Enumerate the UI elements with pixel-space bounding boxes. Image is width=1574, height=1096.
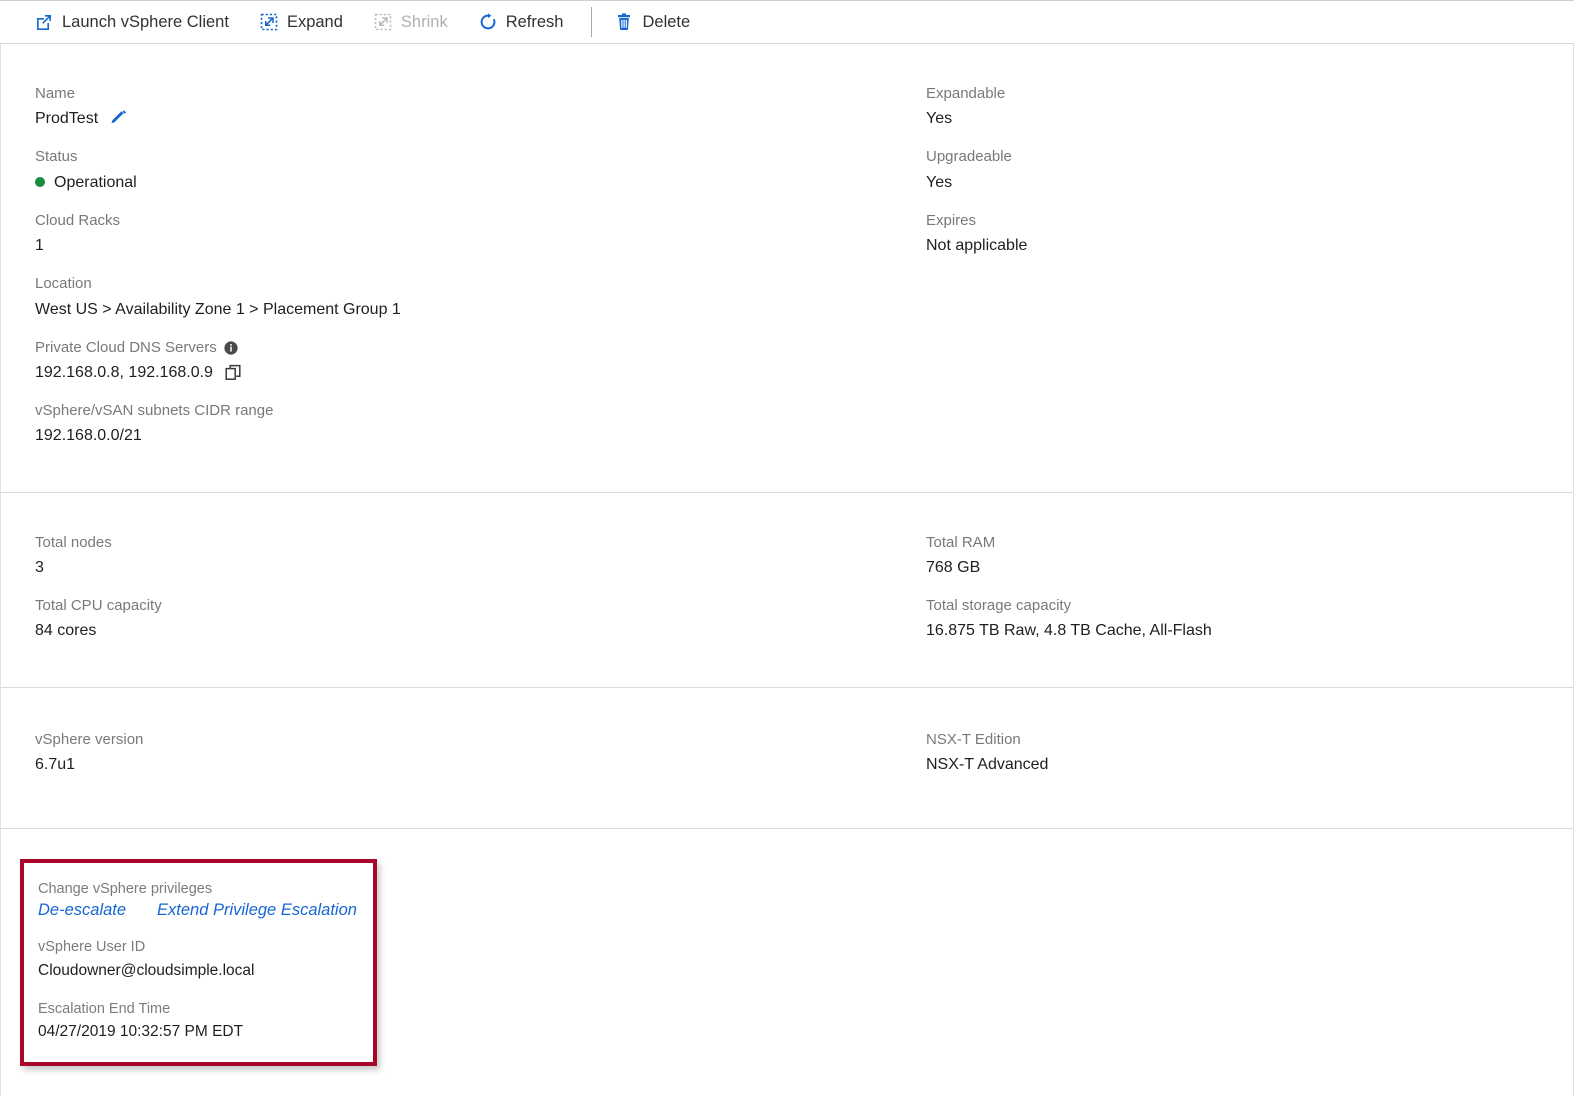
cidr-range-label: vSphere/vSAN subnets CIDR range: [35, 402, 274, 420]
shrink-label: Shrink: [400, 12, 448, 31]
vsphere-user-id-field: vSphere User ID Cloudowner@cloudsimple.l…: [38, 937, 357, 982]
cidr-range-field: vSphere/vSAN subnets CIDR range 192.168.…: [35, 401, 914, 447]
status-dot-icon: [35, 177, 45, 188]
capacity-right-column: Total RAM 768 GB Total storage capacity …: [914, 533, 1573, 643]
upgradeable-field: Upgradeable Yes: [926, 147, 1573, 193]
change-privileges-field: Change vSphere privileges De-escalate Ex…: [38, 879, 357, 920]
toolbar-separator: [591, 7, 593, 37]
extend-privilege-escalation-link[interactable]: Extend Privilege Escalation: [157, 901, 357, 920]
vsphere-version-value: 6.7u1: [35, 755, 76, 773]
overview-left-column: Name ProdTest Status Operational Cloud R…: [1, 84, 914, 448]
nsxt-edition-value: NSX-T Advanced: [926, 755, 1049, 773]
status-value: Operational: [54, 173, 137, 191]
cloud-racks-value: 1: [35, 237, 44, 255]
vsphere-version-field: vSphere version 6.7u1: [35, 730, 914, 776]
info-icon[interactable]: [224, 341, 238, 355]
escalation-end-time-value: 04/27/2019 10:32:57 PM EDT: [38, 1023, 244, 1041]
location-field: Location West US > Availability Zone 1 >…: [35, 274, 914, 320]
expires-value: Not applicable: [926, 237, 1028, 255]
trash-icon: [614, 12, 634, 32]
escalation-end-time-label: Escalation End Time: [38, 1001, 171, 1017]
capacity-section: Total nodes 3 Total CPU capacity 84 core…: [0, 492, 1574, 688]
total-cpu-value: 84 cores: [35, 622, 97, 640]
refresh-button[interactable]: Refresh: [478, 10, 564, 34]
total-storage-field: Total storage capacity 16.875 TB Raw, 4.…: [926, 596, 1573, 642]
vsphere-user-id-label: vSphere User ID: [38, 939, 146, 956]
vsphere-version-label: vSphere version: [35, 730, 144, 748]
total-storage-label: Total storage capacity: [926, 597, 1072, 615]
nsxt-edition-label: NSX-T Edition: [926, 730, 1021, 748]
cloud-racks-field: Cloud Racks 1: [35, 211, 914, 257]
upgradeable-value: Yes: [926, 173, 953, 191]
toolbar: Launch vSphere Client Expand Shrink Refr…: [0, 0, 1574, 44]
total-nodes-label: Total nodes: [35, 533, 112, 551]
change-privileges-label: Change vSphere privileges: [38, 880, 213, 897]
pencil-icon[interactable]: [110, 110, 127, 127]
versions-right-column: NSX-T Edition NSX-T Advanced: [914, 730, 1573, 776]
upgradeable-label: Upgradeable: [926, 148, 1012, 166]
nsxt-edition-field: NSX-T Edition NSX-T Advanced: [926, 730, 1573, 776]
overview-right-column: Expandable Yes Upgradeable Yes Expires N…: [914, 84, 1573, 448]
launch-vsphere-client-button[interactable]: Launch vSphere Client: [34, 10, 229, 34]
versions-left-column: vSphere version 6.7u1: [1, 730, 914, 776]
external-link-icon: [34, 12, 54, 32]
total-nodes-value: 3: [35, 558, 44, 576]
total-ram-field: Total RAM 768 GB: [926, 533, 1573, 579]
capacity-left-column: Total nodes 3 Total CPU capacity 84 core…: [1, 533, 914, 643]
overview-section: Name ProdTest Status Operational Cloud R…: [0, 44, 1574, 493]
expandable-label: Expandable: [926, 85, 1006, 102]
name-field: Name ProdTest: [35, 84, 914, 130]
dns-servers-value: 192.168.0.8, 192.168.0.9: [35, 364, 213, 381]
refresh-icon: [478, 12, 498, 32]
privileges-highlight-box: Change vSphere privileges De-escalate Ex…: [20, 858, 377, 1066]
total-ram-label: Total RAM: [926, 533, 996, 551]
expires-label: Expires: [926, 211, 977, 229]
location-value: West US > Availability Zone 1 > Placemen…: [35, 300, 401, 318]
status-label: Status: [35, 148, 78, 166]
expandable-value: Yes: [926, 110, 953, 128]
total-cpu-label: Total CPU capacity: [35, 597, 162, 615]
total-ram-value: 768 GB: [926, 558, 981, 576]
cidr-range-value: 192.168.0.0/21: [35, 427, 142, 445]
launch-vsphere-client-label: Launch vSphere Client: [62, 12, 229, 31]
dns-servers-field: Private Cloud DNS Servers 192.168.0.8, 1…: [35, 338, 914, 384]
delete-label: Delete: [642, 12, 691, 31]
location-label: Location: [35, 275, 92, 293]
expand-icon: [259, 12, 279, 32]
total-cpu-field: Total CPU capacity 84 cores: [35, 596, 914, 642]
status-field: Status Operational: [35, 147, 914, 193]
refresh-label: Refresh: [505, 12, 564, 31]
copy-icon[interactable]: [225, 364, 242, 381]
versions-section: vSphere version 6.7u1 NSX-T Edition NSX-…: [0, 687, 1574, 829]
delete-button[interactable]: Delete: [614, 10, 690, 34]
expand-label: Expand: [286, 12, 343, 31]
dns-servers-label: Private Cloud DNS Servers: [35, 338, 914, 358]
cloud-racks-label: Cloud Racks: [35, 211, 121, 229]
total-storage-value: 16.875 TB Raw, 4.8 TB Cache, All-Flash: [926, 622, 1212, 640]
name-label: Name: [35, 85, 76, 102]
name-value: ProdTest: [35, 110, 99, 128]
escalation-end-time-field: Escalation End Time 04/27/2019 10:32:57 …: [38, 999, 357, 1044]
de-escalate-link[interactable]: De-escalate: [38, 901, 157, 920]
shrink-icon: [373, 12, 393, 32]
expires-field: Expires Not applicable: [926, 211, 1573, 257]
vsphere-user-id-value: Cloudowner@cloudsimple.local: [38, 961, 255, 979]
expand-button[interactable]: Expand: [259, 10, 343, 34]
privileges-section: Change vSphere privileges De-escalate Ex…: [0, 828, 1574, 1096]
shrink-button: Shrink: [373, 10, 448, 34]
total-nodes-field: Total nodes 3: [35, 533, 914, 579]
expandable-field: Expandable Yes: [926, 84, 1573, 130]
